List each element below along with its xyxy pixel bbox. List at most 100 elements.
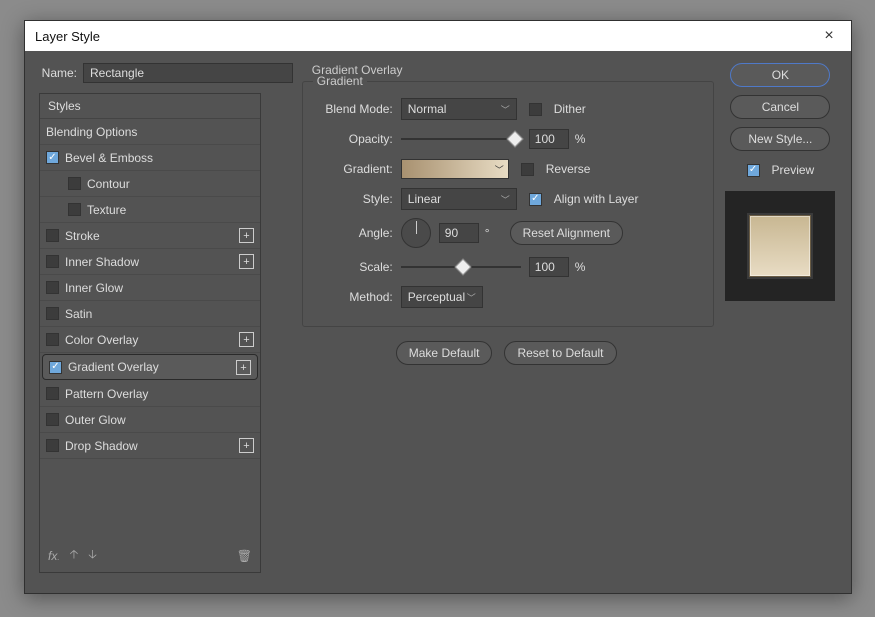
blend-mode-label: Blend Mode: (317, 102, 401, 116)
chevron-down-icon: ﹀ (467, 291, 476, 304)
chevron-down-icon: ﹀ (495, 163, 504, 176)
checkbox-icon[interactable] (46, 333, 59, 346)
style-item-color-overlay[interactable]: Color Overlay+ (40, 327, 260, 353)
checkbox-icon (529, 103, 542, 116)
opacity-input[interactable] (529, 129, 569, 149)
move-up-icon[interactable]: 🡡 (70, 545, 79, 566)
name-label: Name: (39, 66, 77, 80)
style-item-label: Inner Shadow (65, 255, 139, 269)
checkbox-icon[interactable] (46, 307, 59, 320)
angle-unit: ° (485, 226, 490, 240)
align-label: Align with Layer (554, 192, 639, 206)
dither-label: Dither (554, 102, 586, 116)
opacity-unit: % (575, 132, 586, 146)
checkbox-icon[interactable] (46, 229, 59, 242)
reverse-checkbox[interactable]: Reverse (521, 162, 591, 176)
checkbox-icon[interactable] (46, 439, 59, 452)
add-effect-icon[interactable]: + (239, 438, 254, 453)
titlebar: Layer Style × (25, 21, 851, 51)
opacity-slider[interactable] (401, 131, 521, 147)
style-item-label: Contour (87, 177, 130, 191)
style-item-pattern-overlay[interactable]: Pattern Overlay (40, 381, 260, 407)
blend-mode-value: Normal (408, 102, 447, 116)
style-item-contour[interactable]: Contour (40, 171, 260, 197)
align-checkbox[interactable]: Align with Layer (529, 192, 639, 206)
style-value: Linear (408, 192, 441, 206)
style-select[interactable]: Linear ﹀ (401, 188, 517, 210)
gradient-label: Gradient: (317, 162, 401, 176)
scale-label: Scale: (317, 260, 401, 274)
angle-input[interactable] (439, 223, 479, 243)
checkbox-icon[interactable] (46, 255, 59, 268)
style-label: Style: (317, 192, 401, 206)
style-item-label: Blending Options (46, 125, 137, 139)
style-item-drop-shadow[interactable]: Drop Shadow + (40, 433, 260, 459)
checkbox-icon[interactable] (46, 281, 59, 294)
style-item-inner-shadow[interactable]: Inner Shadow + (40, 249, 260, 275)
method-select[interactable]: Perceptual ﹀ (401, 286, 483, 308)
checkbox-icon[interactable] (46, 387, 59, 400)
checkbox-icon[interactable] (68, 203, 81, 216)
scale-unit: % (575, 260, 586, 274)
name-row: Name: (39, 63, 294, 83)
style-item-label: Satin (65, 307, 92, 321)
reset-alignment-button[interactable]: Reset Alignment (510, 221, 623, 245)
styles-footer: fx. 🡡 🡣 🗑 (40, 539, 260, 572)
close-icon[interactable]: × (817, 27, 841, 45)
reverse-label: Reverse (546, 162, 591, 176)
style-item-outer-glow[interactable]: Outer Glow (40, 407, 260, 433)
style-item-stroke[interactable]: Stroke + (40, 223, 260, 249)
gradient-picker[interactable]: ﹀ (401, 159, 509, 179)
make-default-button[interactable]: Make Default (396, 341, 493, 365)
move-down-icon[interactable]: 🡣 (88, 545, 97, 566)
style-item-label: Drop Shadow (65, 439, 138, 453)
style-item-gradient-overlay[interactable]: Gradient Overlay + (42, 354, 258, 380)
ok-button[interactable]: OK (730, 63, 830, 87)
style-item-label: Stroke (65, 229, 100, 243)
angle-label: Angle: (317, 226, 401, 240)
chevron-down-icon: ﹀ (501, 193, 510, 206)
fx-icon[interactable]: fx. (48, 549, 60, 563)
checkbox-icon (529, 193, 542, 206)
scale-slider[interactable] (401, 259, 521, 275)
styles-panel: Styles Blending Options Bevel & Emboss Con… (39, 93, 261, 573)
styles-header[interactable]: Styles (40, 94, 260, 119)
scale-input[interactable] (529, 257, 569, 277)
blend-mode-select[interactable]: Normal ﹀ (401, 98, 517, 120)
trash-icon[interactable]: 🗑 (237, 549, 252, 563)
gradient-group: Gradient Blend Mode: Normal ﹀ Dither Opa… (302, 81, 714, 327)
section-title: Gradient Overlay (312, 63, 714, 77)
style-item-label: Inner Glow (65, 281, 123, 295)
angle-knob[interactable] (401, 218, 431, 248)
reset-default-button[interactable]: Reset to Default (504, 341, 616, 365)
style-item-label: Bevel & Emboss (65, 151, 153, 165)
style-item-label: Gradient Overlay (68, 360, 159, 374)
layer-style-dialog: Layer Style × Name: Styles Blending Opti… (24, 20, 852, 594)
checkbox-icon[interactable] (46, 151, 59, 164)
checkbox-icon[interactable] (49, 361, 62, 374)
preview-thumbnail (725, 191, 835, 301)
style-item-blending-options[interactable]: Blending Options (40, 119, 260, 145)
dither-checkbox[interactable]: Dither (529, 102, 586, 116)
checkbox-icon[interactable] (68, 177, 81, 190)
add-effect-icon[interactable]: + (239, 228, 254, 243)
style-item-label: Outer Glow (65, 413, 126, 427)
new-style-button[interactable]: New Style... (730, 127, 830, 151)
cancel-button[interactable]: Cancel (730, 95, 830, 119)
add-effect-icon[interactable]: + (236, 360, 251, 375)
add-effect-icon[interactable]: + (239, 254, 254, 269)
preview-label: Preview (772, 163, 815, 177)
dialog-title: Layer Style (35, 29, 100, 44)
chevron-down-icon: ﹀ (501, 103, 510, 116)
method-value: Perceptual (408, 290, 465, 304)
name-input[interactable] (83, 63, 293, 83)
style-item-satin[interactable]: Satin (40, 301, 260, 327)
style-item-label: Pattern Overlay (65, 387, 148, 401)
style-item-texture[interactable]: Texture (40, 197, 260, 223)
style-item-bevel-emboss[interactable]: Bevel & Emboss (40, 145, 260, 171)
add-effect-icon[interactable]: + (239, 332, 254, 347)
checkbox-icon[interactable] (46, 413, 59, 426)
preview-checkbox[interactable]: Preview (747, 163, 815, 177)
style-item-inner-glow[interactable]: Inner Glow (40, 275, 260, 301)
group-legend: Gradient (313, 74, 367, 88)
